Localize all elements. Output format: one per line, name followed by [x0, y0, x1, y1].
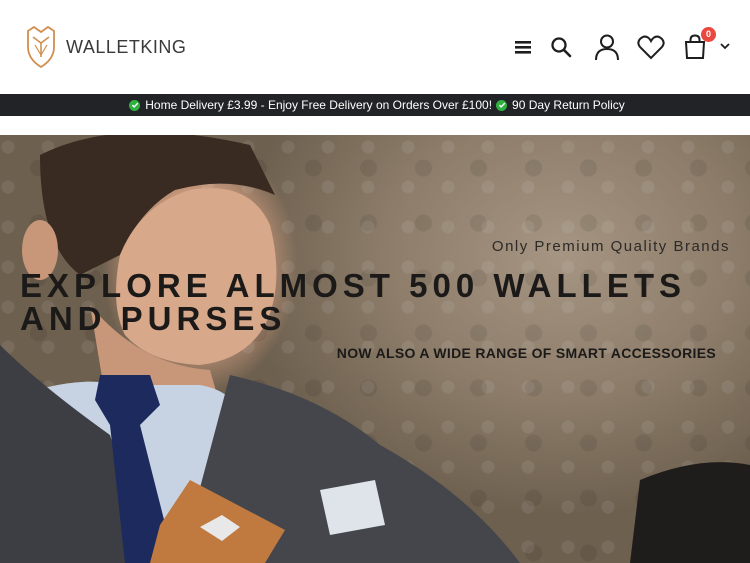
promo-delivery-text: Home Delivery £3.99 - Enjoy Free Deliver… — [145, 98, 493, 112]
menu-icon[interactable] — [508, 30, 538, 64]
check-circle-icon — [496, 99, 508, 111]
hero-headline: EXPLORE ALMOST 500 WALLETS AND PURSES — [20, 267, 687, 337]
heart-icon[interactable] — [636, 30, 666, 64]
site-header: WALLETKING 0 — [0, 0, 750, 94]
hero-banner[interactable]: Only Premium Quality Brands EXPLORE ALMO… — [0, 135, 750, 563]
user-icon[interactable] — [592, 30, 622, 64]
hero-tagline: Only Premium Quality Brands — [491, 238, 730, 255]
chevron-down-icon[interactable] — [718, 39, 732, 53]
search-icon[interactable] — [546, 30, 576, 64]
check-circle-icon — [129, 99, 141, 111]
hero-subline: NOW ALSO A WIDE RANGE OF SMART ACCESSORI… — [336, 345, 716, 361]
cart-count-badge: 0 — [701, 27, 716, 42]
brand-name: WALLETKING — [66, 36, 187, 57]
logo[interactable]: WALLETKING — [25, 25, 186, 69]
promo-bar: Home Delivery £3.99 - Enjoy Free Deliver… — [0, 94, 750, 116]
promo-return-text: 90 Day Return Policy — [512, 98, 625, 112]
crown-shield-icon — [27, 25, 55, 69]
